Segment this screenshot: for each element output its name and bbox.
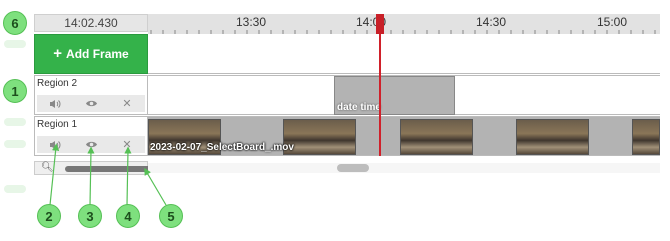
callout-badge: 6: [3, 11, 27, 35]
callout-badge: 5: [159, 204, 183, 228]
callout-badge: 2: [37, 204, 61, 228]
callout-arrows: [49, 143, 167, 206]
callout-badge: 1: [3, 79, 27, 103]
callout-badge: 4: [116, 204, 140, 228]
callout-badge: 3: [78, 204, 102, 228]
